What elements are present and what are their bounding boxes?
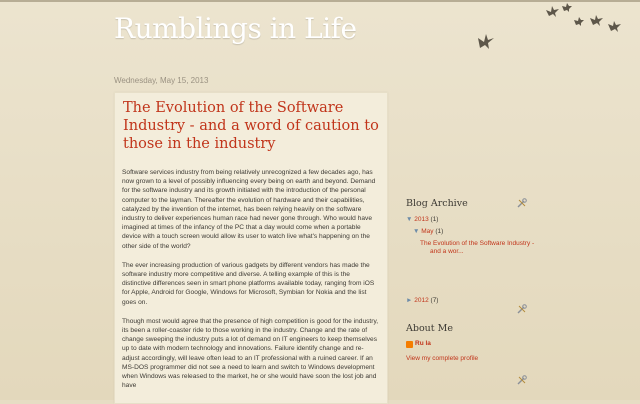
wrench-screwdriver-icon[interactable] xyxy=(517,304,527,314)
expand-toggle-icon[interactable]: ▼ xyxy=(413,228,419,235)
profile-link[interactable]: View my complete profile xyxy=(406,355,478,362)
post-title[interactable]: The Evolution of the Software Industry -… xyxy=(123,99,381,153)
blogger-icon xyxy=(406,341,413,348)
expand-toggle-icon[interactable]: ▼ xyxy=(406,216,412,223)
post-paragraph: Software services industry from being re… xyxy=(122,169,376,250)
archive-count: (1) xyxy=(435,228,444,235)
archive-count: (1) xyxy=(430,216,439,223)
author-name[interactable]: Ru la xyxy=(415,340,431,347)
archive-count: (7) xyxy=(430,297,439,304)
post-paragraph: The ever increasing production of variou… xyxy=(122,261,375,306)
about-title: About Me xyxy=(406,323,453,334)
birds-decoration-icon xyxy=(478,3,621,49)
wrench-screwdriver-icon[interactable] xyxy=(517,198,527,208)
archive-year-link[interactable]: 2012 xyxy=(414,297,428,304)
archive-title: Blog Archive xyxy=(406,198,468,209)
archive-post-link-line[interactable]: The Evolution of the Software Industry - xyxy=(420,240,534,247)
archive-month-may[interactable]: ▼ May (1) xyxy=(413,228,443,235)
archive-post-link[interactable]: The Evolution of the Software Industry -… xyxy=(420,240,534,256)
post-paragraph: Though most would agree that the presenc… xyxy=(122,317,379,390)
blog-title[interactable]: Rumblings in Life xyxy=(114,12,357,45)
post-date: Wednesday, May 15, 2013 xyxy=(114,76,209,85)
post-body: Software services industry from being re… xyxy=(122,168,380,400)
archive-year-link[interactable]: 2013 xyxy=(414,216,428,223)
archive-year-2012[interactable]: ► 2012 (7) xyxy=(406,297,438,304)
archive-month-link[interactable]: May xyxy=(421,228,433,235)
archive-year-2013[interactable]: ▼ 2013 (1) xyxy=(406,216,438,223)
wrench-screwdriver-icon[interactable] xyxy=(517,375,527,385)
archive-post-link-line[interactable]: and a wor... xyxy=(430,248,464,255)
expand-toggle-icon[interactable]: ► xyxy=(406,297,412,304)
